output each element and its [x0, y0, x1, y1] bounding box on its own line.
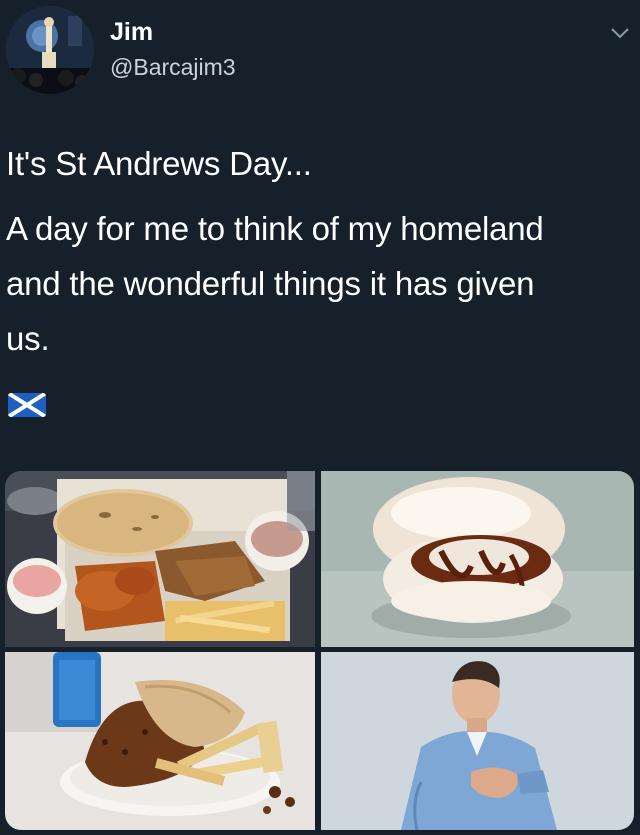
chevron-down-icon[interactable]	[608, 24, 632, 42]
tweet-text-line-2: A day for me to think of my homeland	[6, 210, 544, 247]
burger-with-sauce-photo	[321, 471, 634, 647]
scotland-flag-icon	[8, 393, 46, 417]
media-image-kebab[interactable]	[5, 471, 315, 647]
media-image-haggis[interactable]	[5, 652, 315, 830]
author-name[interactable]: Jim	[110, 18, 153, 47]
media-grid	[5, 471, 634, 830]
author-handle[interactable]: @Barcajim3	[110, 54, 236, 81]
man-clutching-chest-photo	[321, 652, 634, 830]
tweet-card: Jim @Barcajim3 It's St Andrews Day... A …	[0, 0, 640, 835]
media-image-burger[interactable]	[321, 471, 634, 647]
tweet-text-line-1: It's St Andrews Day...	[6, 145, 312, 182]
stage-performer-avatar-image	[6, 6, 94, 94]
author-avatar[interactable]	[6, 6, 94, 94]
media-image-heart-attack[interactable]	[321, 652, 634, 830]
haggis-and-chips-photo	[5, 652, 315, 830]
tweet-text-line-4: us.	[6, 320, 50, 357]
tweet-text-line-3: and the wonderful things it has given	[6, 265, 535, 302]
kebab-takeaway-photo	[5, 471, 315, 647]
